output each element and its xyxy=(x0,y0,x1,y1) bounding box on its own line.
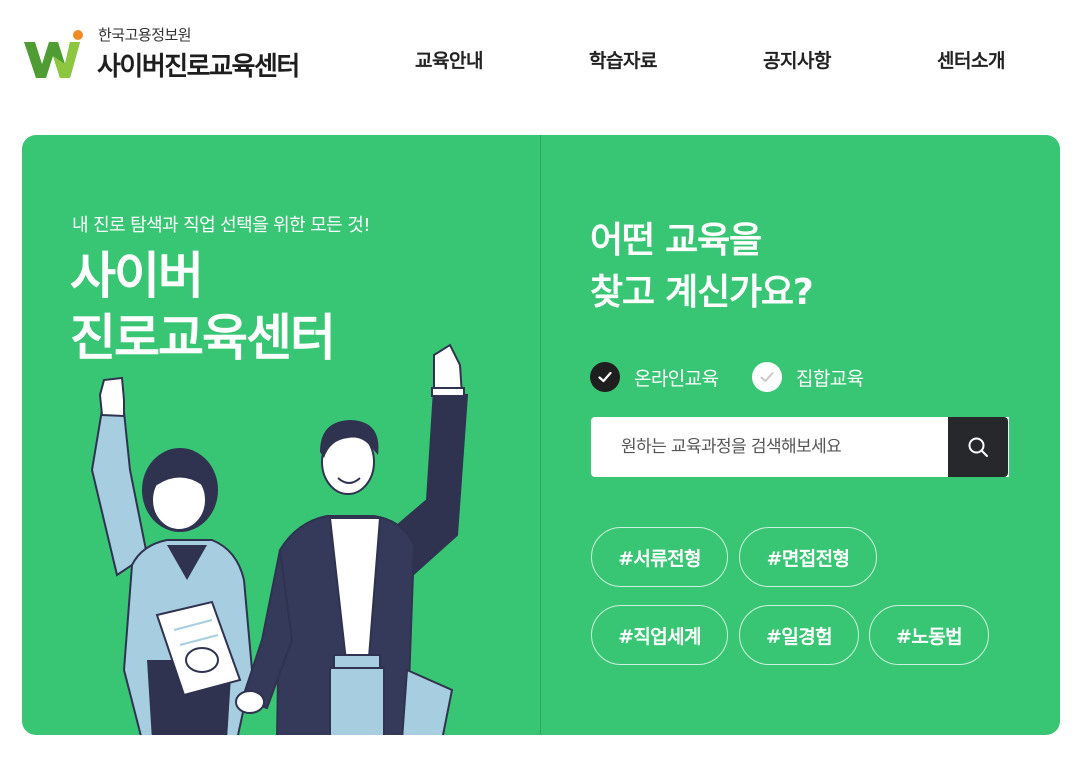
org-name: 한국고용정보원 xyxy=(98,26,192,44)
checkmark-icon xyxy=(760,372,774,382)
finder-question-line2: 찾고 계신가요? xyxy=(590,272,814,313)
hero-tagline: 내 진로 탐색과 직업 선택을 위한 모든 것! xyxy=(72,215,370,236)
man-figure xyxy=(235,343,469,735)
option-label: 집합교육 xyxy=(796,367,864,390)
nav-notices[interactable]: 공지사항 xyxy=(763,46,831,73)
two-people-cheering-illustration xyxy=(90,343,469,735)
checkmark-icon xyxy=(598,371,612,383)
tag-document-screening[interactable]: #서류전형 xyxy=(591,527,728,587)
checked-icon[interactable] xyxy=(590,362,620,392)
search-input[interactable] xyxy=(591,417,947,477)
site-name: 사이버진로교육센터 xyxy=(97,52,300,82)
search-icon xyxy=(968,437,988,457)
finder-question-line1: 어떤 교육을 xyxy=(590,220,762,261)
hero-divider xyxy=(540,135,541,735)
tag-work-experience[interactable]: #일경험 xyxy=(739,605,859,665)
unchecked-icon[interactable] xyxy=(752,362,782,392)
option-online-education[interactable]: 온라인교육 xyxy=(590,361,719,393)
hero-title-line1: 사이버 xyxy=(70,247,204,305)
logo-mark-icon xyxy=(24,30,83,78)
woman-figure xyxy=(90,376,254,735)
tag-world-of-work[interactable]: #직업세계 xyxy=(591,605,728,665)
site-logo[interactable]: 한국고용정보원 사이버진로교육센터 xyxy=(22,24,342,84)
option-label: 온라인교육 xyxy=(634,367,719,390)
site-header: 한국고용정보원 사이버진로교육센터 교육안내 학습자료 공지사항 센터소개 xyxy=(0,0,1076,110)
nav-about-center[interactable]: 센터소개 xyxy=(937,46,1005,73)
option-group-education[interactable]: 집합교육 xyxy=(752,361,864,393)
hero-banner: 내 진로 탐색과 직업 선택을 위한 모든 것! 사이버 진로교육센터 어떤 교… xyxy=(22,135,1060,735)
nav-education-guide[interactable]: 교육안내 xyxy=(415,46,483,73)
nav-learning-materials[interactable]: 학습자료 xyxy=(589,46,657,73)
search-box xyxy=(591,417,1009,477)
search-button[interactable] xyxy=(948,417,1008,477)
finder-question: 어떤 교육을 찾고 계신가요? xyxy=(590,215,814,319)
tag-labor-law[interactable]: #노동법 xyxy=(869,605,989,665)
tag-interview-screening[interactable]: #면접전형 xyxy=(739,527,877,587)
